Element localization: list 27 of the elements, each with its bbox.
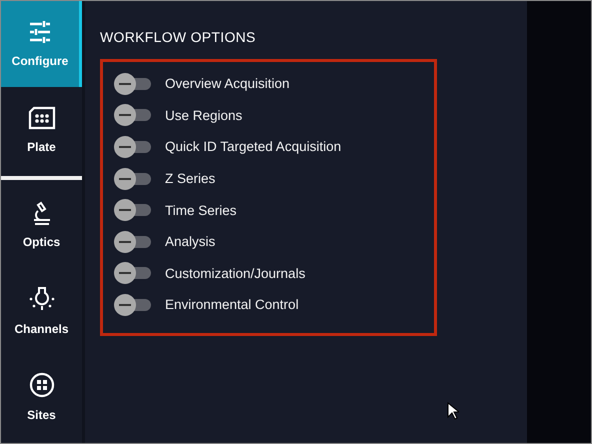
nav-tab[interactable]: Optics (1, 182, 82, 268)
lightbulb-icon (28, 286, 56, 312)
nav-tab[interactable]: Plate (1, 87, 82, 173)
option-label: Customization/Journals (165, 266, 306, 281)
toggle-switch[interactable] (113, 72, 153, 95)
toggle-switch[interactable] (113, 230, 153, 253)
grid-circle-icon (28, 372, 54, 398)
toggle-switch[interactable] (113, 199, 153, 222)
option-label: Analysis (165, 234, 216, 250)
toggle-switch[interactable] (113, 168, 153, 190)
nav-tab[interactable]: Channels (1, 268, 82, 354)
toggle-switch[interactable] (113, 294, 153, 316)
option-label: Quick ID Targeted Acquisition (165, 139, 342, 154)
toggle-switch[interactable] (113, 104, 153, 126)
option-label: Environmental Control (165, 297, 299, 312)
nav-tab[interactable]: Sites (1, 354, 82, 440)
section-title: WORKFLOW OPTIONS (100, 29, 257, 45)
sliders-icon (28, 20, 52, 44)
option-label: Overview Acquisition (165, 76, 290, 92)
option-label: Z Series (165, 171, 216, 186)
nav-tab[interactable]: Configure (1, 1, 82, 87)
toggle-switch[interactable] (113, 262, 153, 284)
toggle-switch[interactable] (113, 136, 153, 158)
mouse-cursor-icon (447, 402, 459, 420)
option-label: Time Series (165, 202, 237, 218)
option-label: Use Regions (165, 108, 242, 123)
plate-icon (28, 106, 56, 130)
